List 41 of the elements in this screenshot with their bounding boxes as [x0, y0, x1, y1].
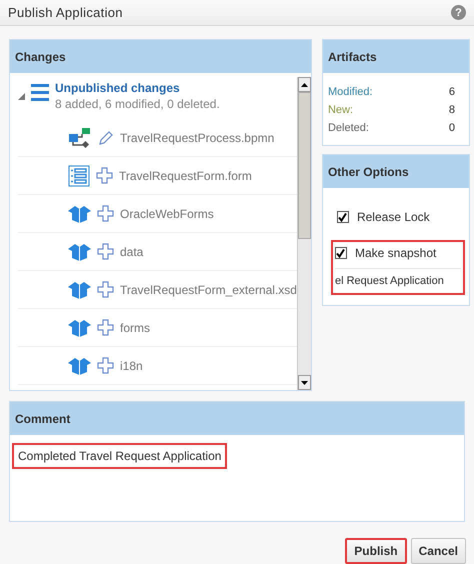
dialog-button[interactable]: Publish	[345, 538, 407, 564]
artifact-count: 8	[448, 104, 455, 116]
scroll-down-arrow-icon[interactable]	[300, 380, 308, 384]
tree-item[interactable]: TravelRequestForm_external.xsd	[18, 271, 297, 309]
panel-header: Comment	[10, 402, 464, 435]
checkbox[interactable]	[334, 247, 347, 259]
option-label: Make snapshot	[354, 246, 436, 260]
artifact-label: Deleted:	[328, 122, 369, 134]
artifact-label: New:	[328, 104, 354, 116]
option-label: Release Lock	[356, 210, 430, 224]
expand-triangle-icon[interactable]	[18, 93, 25, 100]
artifact-count: 6	[448, 86, 455, 98]
package-icon	[68, 280, 91, 298]
process-diagram-icon	[68, 128, 92, 148]
panel-header: Other Options	[322, 155, 469, 188]
package-icon	[68, 356, 91, 374]
tree-item[interactable]: forms	[18, 309, 297, 347]
package-icon	[68, 204, 91, 222]
tree-item[interactable]: i18n	[18, 347, 297, 385]
tree-item[interactable]: OracleWebForms	[18, 195, 297, 233]
snapshot-name-field[interactable]: el Request Application	[334, 268, 461, 289]
tree-item[interactable]: TravelRequestForm.form	[18, 157, 297, 195]
tree-item[interactable]: data	[18, 233, 297, 271]
group-title[interactable]: Unpublished changes	[55, 81, 220, 95]
package-icon	[68, 242, 91, 260]
panel-header: Changes	[10, 40, 311, 73]
comment-field[interactable]: Completed Travel Request Application	[12, 443, 228, 469]
panel-header: Artifacts	[322, 40, 469, 73]
dialog-title: Publish Application	[8, 5, 123, 20]
tree-item[interactable]: TravelRequestProcess.bpmn	[18, 119, 297, 157]
scroll-up-arrow-icon[interactable]	[300, 82, 308, 86]
help-button[interactable]: ?	[451, 5, 466, 20]
checkbox[interactable]	[336, 211, 349, 223]
package-icon	[68, 318, 91, 336]
artifact-label: Modified:	[328, 86, 373, 98]
change-summary: 8 added, 6 modified, 0 deleted.	[55, 97, 220, 111]
artifact-count: 0	[448, 122, 455, 134]
list-icon	[31, 84, 49, 101]
scrollbar[interactable]	[296, 77, 311, 390]
form-list-icon	[68, 164, 90, 186]
dialog-button[interactable]: Cancel	[410, 538, 466, 564]
